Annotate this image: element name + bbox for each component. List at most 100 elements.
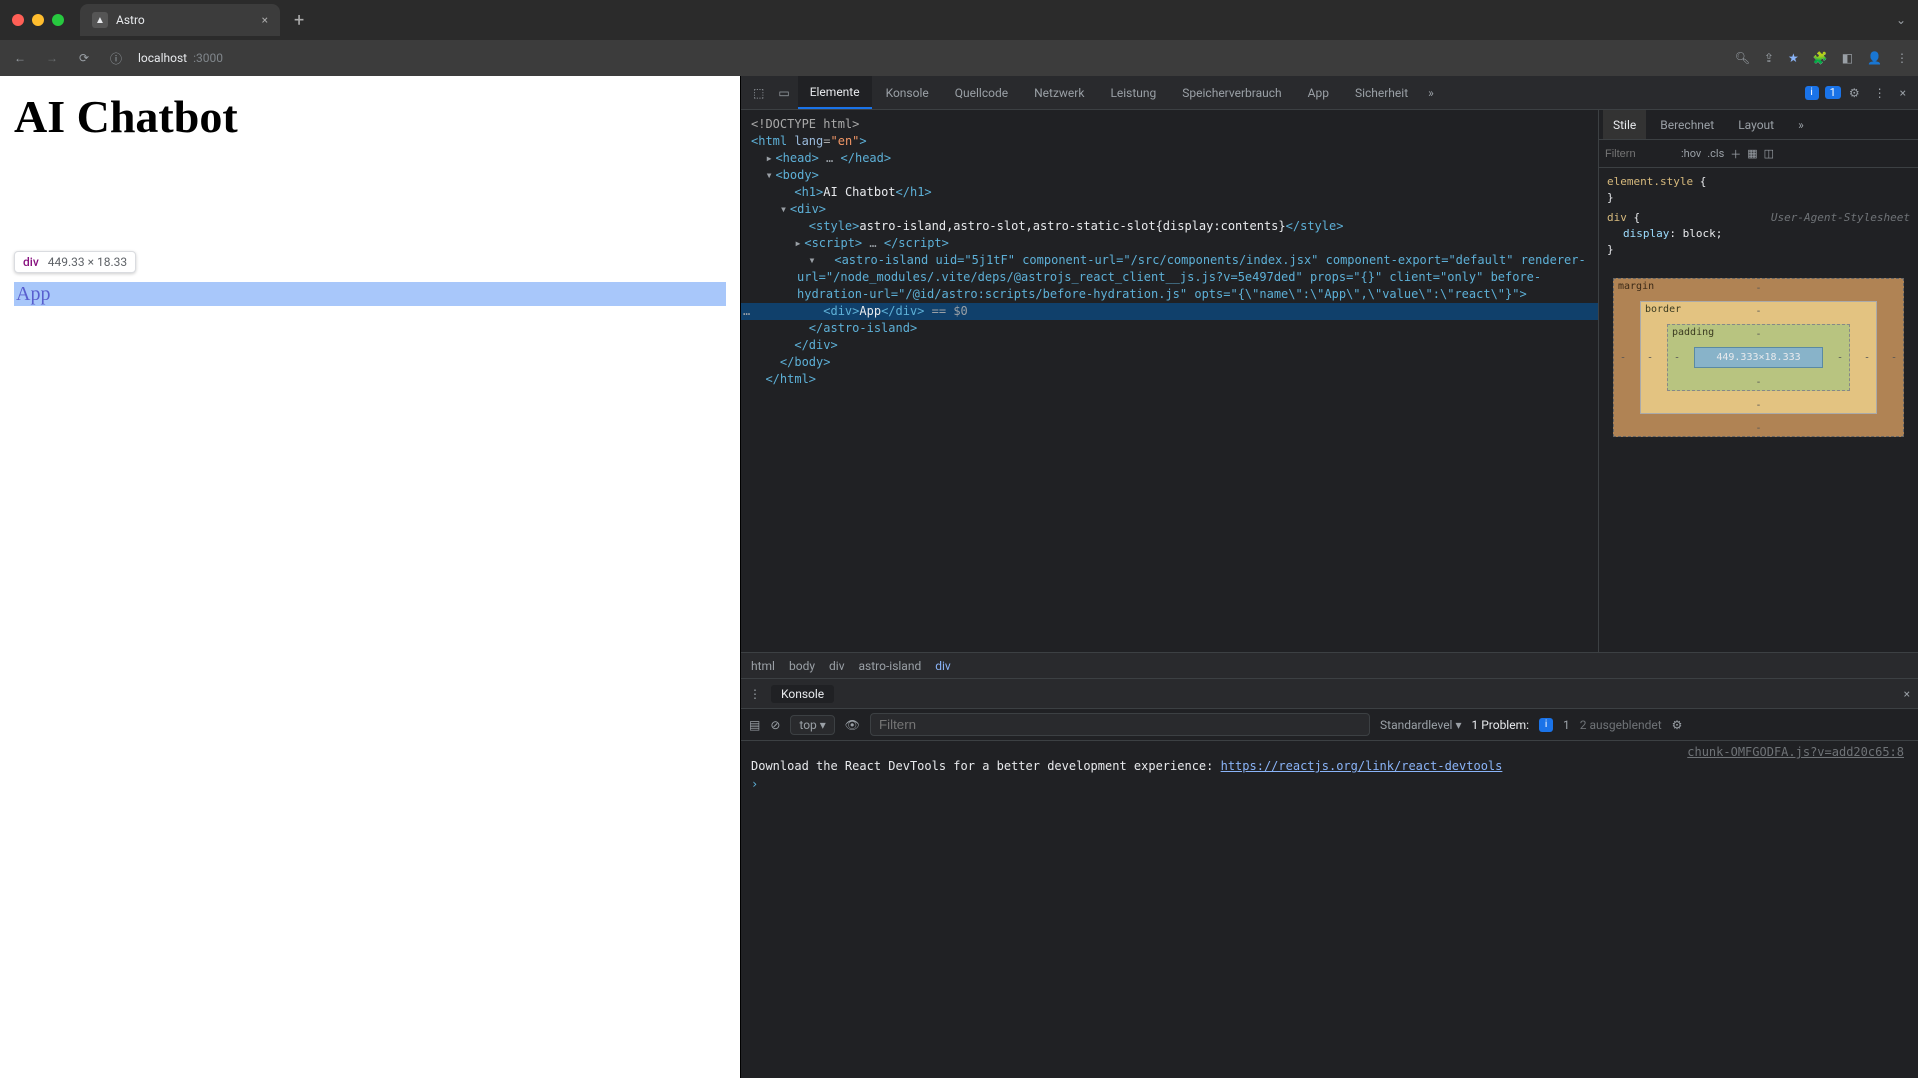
box-model: margin ---- border ---- padding ---- 449…: [1599, 264, 1918, 451]
dom-body: <body>: [775, 168, 818, 182]
problem-count: 1: [1563, 718, 1570, 732]
inspected-element-highlight: App: [14, 282, 726, 306]
styles-tab-styles[interactable]: Stile: [1603, 110, 1646, 139]
flex-editor-icon[interactable]: ▦: [1747, 147, 1757, 160]
extensions-icon[interactable]: 🧩: [1813, 51, 1828, 65]
page-heading: AI Chatbot: [14, 90, 726, 143]
inspect-element-icon[interactable]: ⬚: [747, 86, 770, 100]
problem-label[interactable]: 1 Problem:: [1471, 718, 1529, 732]
issues-icon[interactable]: i: [1805, 86, 1819, 100]
devtools-menu-icon[interactable]: ⋮: [1868, 86, 1892, 100]
log-level-selector[interactable]: Standardlevel ▾: [1380, 718, 1461, 732]
minimize-window-button[interactable]: [32, 14, 44, 26]
dom-style-text: astro-island,astro-slot,astro-static-slo…: [859, 219, 1285, 233]
crumb-div-selected[interactable]: div: [935, 659, 951, 673]
console-settings-icon[interactable]: ⚙: [1672, 718, 1683, 732]
crumb-astro-island[interactable]: astro-island: [859, 659, 922, 673]
hidden-count[interactable]: 2 ausgeblendet: [1580, 718, 1662, 732]
rule-prop: display: [1607, 227, 1669, 240]
browser-tab-bar: ▲ Astro × + ⌄: [0, 0, 1918, 40]
tab-memory[interactable]: Speicherverbrauch: [1170, 76, 1293, 109]
cls-toggle[interactable]: .cls: [1707, 147, 1724, 160]
context-selector[interactable]: top ▾: [790, 715, 834, 735]
crumb-html[interactable]: html: [751, 659, 775, 673]
computed-toggle-icon[interactable]: ◫: [1764, 147, 1774, 160]
share-icon[interactable]: ⇪: [1764, 51, 1774, 65]
issues-count[interactable]: 1: [1825, 86, 1841, 99]
tab-favicon: ▲: [92, 12, 108, 28]
tab-elements[interactable]: Elemente: [798, 76, 872, 109]
forward-button[interactable]: →: [42, 51, 62, 65]
console-body[interactable]: chunk-OMFGODFA.js?v=add20c65:8 Download …: [741, 741, 1918, 1078]
tab-sources[interactable]: Quellcode: [943, 76, 1020, 109]
settings-icon[interactable]: ⚙: [1843, 86, 1866, 100]
tab-security[interactable]: Sicherheit: [1343, 76, 1420, 109]
menu-icon[interactable]: ⋮: [1896, 51, 1908, 65]
dom-script-close: </script>: [884, 236, 949, 250]
live-expression-icon[interactable]: 👁: [845, 718, 860, 732]
dom-attr: lang: [794, 134, 823, 148]
dom-doctype: <!DOCTYPE html>: [751, 117, 859, 131]
console-toolbar: ▤ ⊘ top ▾ 👁 Standardlevel ▾ 1 Problem: i…: [741, 709, 1918, 741]
ellipsis: …: [869, 236, 876, 250]
more-styles-tabs-icon[interactable]: »: [1788, 110, 1814, 139]
bookmark-icon[interactable]: ★: [1788, 51, 1799, 65]
close-devtools-icon[interactable]: ×: [1894, 86, 1912, 100]
close-tab-icon[interactable]: ×: [262, 13, 268, 27]
console-filter-input[interactable]: [870, 713, 1370, 736]
tab-application[interactable]: App: [1296, 76, 1341, 109]
sidepanel-icon[interactable]: ◧: [1842, 51, 1853, 65]
drawer-menu-icon[interactable]: ⋮: [749, 687, 761, 701]
styles-tab-computed[interactable]: Berechnet: [1650, 110, 1724, 139]
profile-icon[interactable]: 👤: [1867, 51, 1882, 65]
rule-source: User-Agent-Stylesheet: [1771, 210, 1910, 226]
url-port: :3000: [193, 51, 223, 65]
tooltip-dimensions: 449.33 × 18.33: [48, 255, 127, 269]
console-msg-text: Download the React DevTools for a better…: [751, 759, 1221, 773]
console-sidebar-icon[interactable]: ▤: [749, 718, 760, 732]
hov-toggle[interactable]: :hov: [1681, 147, 1701, 160]
close-window-button[interactable]: [12, 14, 24, 26]
more-tabs-icon[interactable]: »: [1422, 86, 1440, 100]
window-controls: [12, 14, 64, 26]
dom-sel-text: App: [859, 304, 881, 318]
dom-tree[interactable]: <!DOCTYPE html> <html lang="en"> ▸<head>…: [741, 110, 1598, 652]
maximize-window-button[interactable]: [52, 14, 64, 26]
crumb-body[interactable]: body: [789, 659, 815, 673]
site-info-icon[interactable]: ⓘ: [106, 50, 126, 67]
back-button[interactable]: ←: [10, 51, 30, 65]
console-source-link[interactable]: chunk-OMFGODFA.js?v=add20c65:8: [751, 745, 1908, 759]
close-drawer-icon[interactable]: ×: [1904, 687, 1910, 701]
tab-console[interactable]: Konsole: [874, 76, 941, 109]
console-prompt[interactable]: ›: [751, 773, 1908, 791]
dom-div-close: </div>: [794, 338, 837, 352]
new-tab-button[interactable]: +: [288, 10, 310, 31]
rule-selector: element.style: [1607, 175, 1693, 188]
dom-body-close: </body>: [780, 355, 831, 369]
crumb-div[interactable]: div: [829, 659, 845, 673]
tab-overflow-icon[interactable]: ⌄: [1896, 13, 1906, 27]
clear-console-icon[interactable]: ⊘: [770, 718, 780, 732]
context-label: top: [799, 718, 816, 732]
url-bar: ← → ⟳ ⓘ localhost:3000 🔍︎ ⇪ ★ 🧩 ◧ 👤 ⋮: [0, 40, 1918, 76]
url-field[interactable]: localhost:3000: [138, 51, 223, 65]
console-drawer-tab[interactable]: Konsole: [771, 685, 834, 703]
reload-button[interactable]: ⟳: [74, 51, 94, 65]
styles-filter-input[interactable]: [1605, 148, 1675, 160]
device-toolbar-icon[interactable]: ▭: [772, 86, 795, 100]
console-msg-link[interactable]: https://reactjs.org/link/react-devtools: [1221, 759, 1503, 773]
dom-selected-row[interactable]: … <div>App</div> == $0: [741, 303, 1598, 320]
styles-rules[interactable]: element.style { } div {User-Agent-Styles…: [1599, 168, 1918, 264]
tab-performance[interactable]: Leistung: [1098, 76, 1168, 109]
browser-tab[interactable]: ▲ Astro ×: [80, 4, 280, 36]
tab-network[interactable]: Netzwerk: [1022, 76, 1096, 109]
search-icon[interactable]: 🔍︎: [1735, 51, 1750, 65]
console-header: ⋮ Konsole ×: [741, 679, 1918, 709]
dom-attr-val: "en": [831, 134, 860, 148]
dom-astro-island: <astro-island uid="5j1tF" component-url=…: [797, 253, 1586, 301]
rule-selector: div: [1607, 211, 1627, 224]
problem-icon[interactable]: i: [1539, 718, 1553, 732]
console-message: Download the React DevTools for a better…: [751, 759, 1908, 773]
styles-tab-layout[interactable]: Layout: [1728, 110, 1784, 139]
new-style-rule-icon[interactable]: ＋: [1730, 146, 1741, 162]
